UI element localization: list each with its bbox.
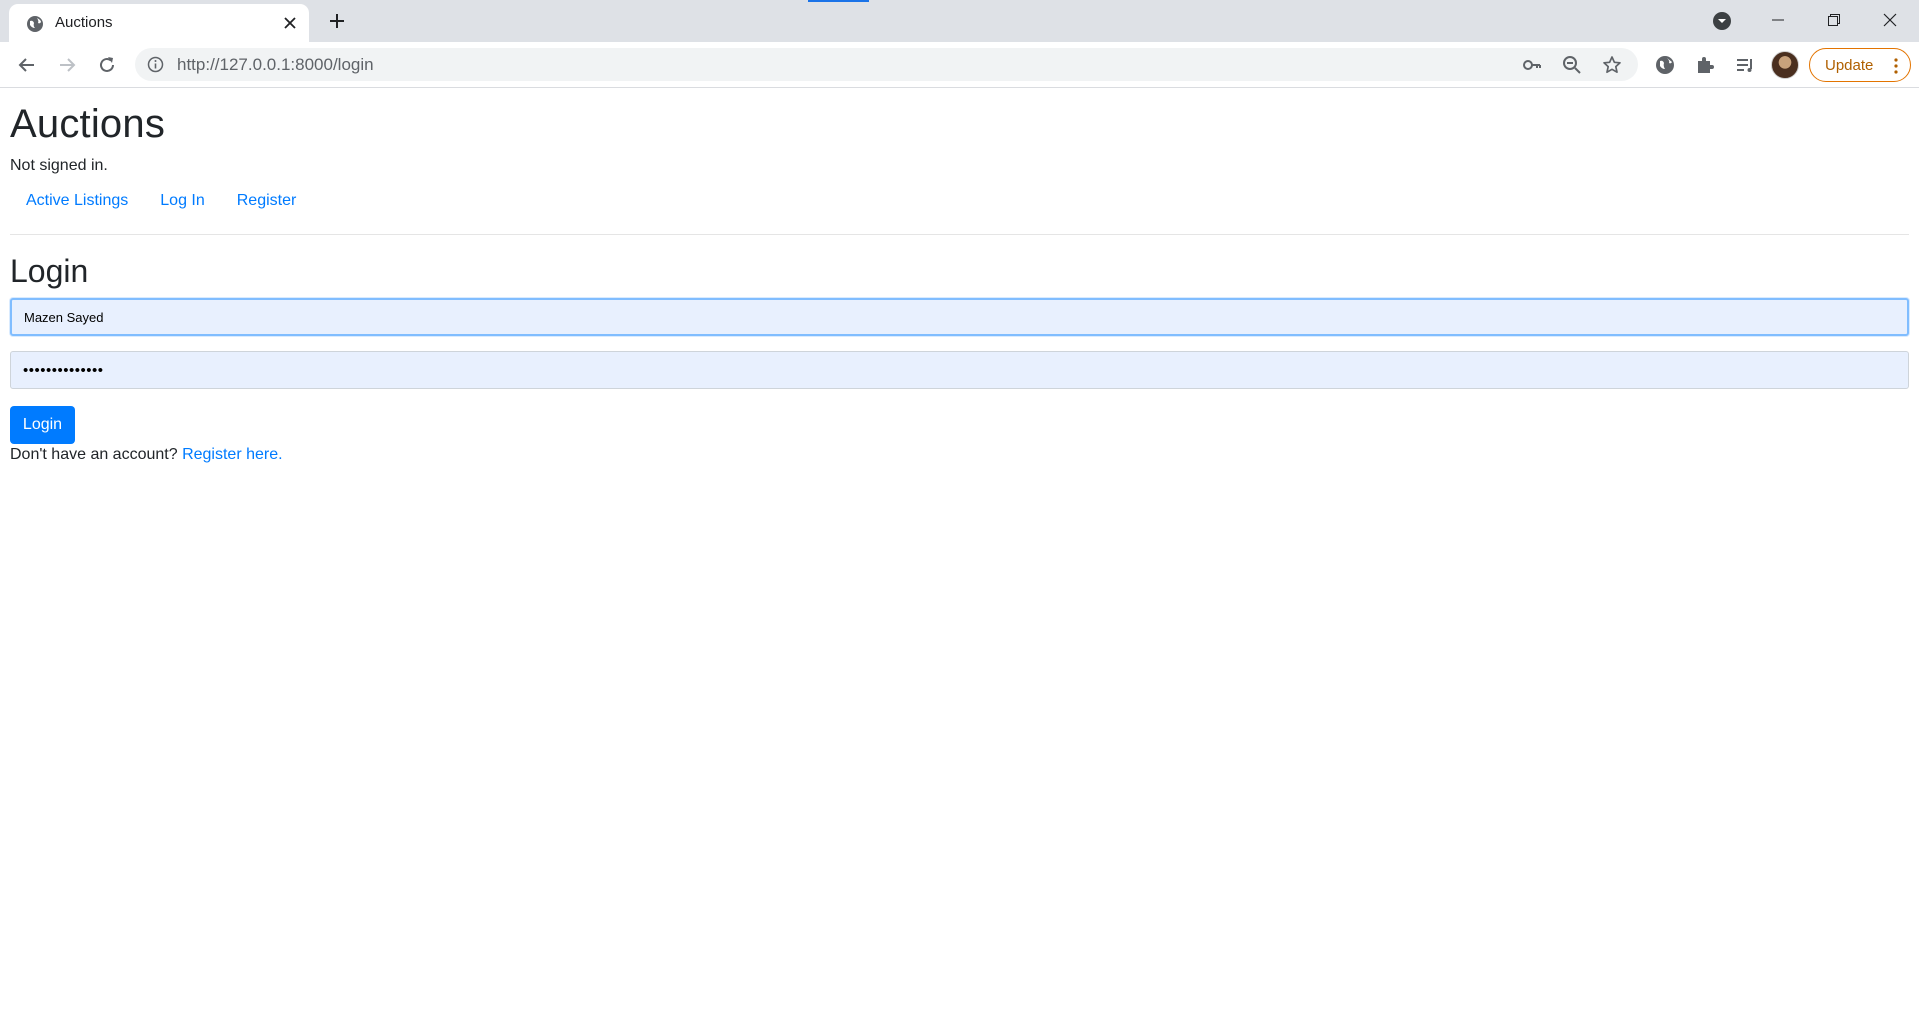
arrow-right-icon [60,58,76,72]
divider [10,234,1909,235]
minimize-icon [1772,19,1784,21]
loading-indicator [808,0,869,2]
key-icon[interactable] [1522,55,1542,75]
nav-link-active-listings[interactable]: Active Listings [10,190,144,212]
extension-globe-icon[interactable] [1654,54,1676,76]
globe-icon [27,16,43,32]
url-text: http://127.0.0.1:8000/login [177,55,374,75]
tab-search-icon[interactable] [1712,11,1732,31]
url-path: :8000/login [290,55,374,74]
page-title: Login [10,253,89,289]
more-vert-icon [1894,58,1898,74]
forward-button[interactable] [53,51,81,79]
arrow-left-icon [18,58,34,72]
close-icon [1883,13,1897,27]
register-link[interactable]: Register here. [182,446,283,463]
register-prompt-text: Don't have an account? [10,446,178,463]
minimize-button[interactable] [1750,0,1806,40]
restore-button[interactable] [1806,0,1862,40]
info-icon[interactable] [147,56,164,73]
new-tab-icon[interactable] [327,11,347,31]
close-tab-icon[interactable] [281,14,299,32]
zoom-out-icon[interactable] [1562,55,1582,75]
address-bar[interactable]: http://127.0.0.1:8000/login [135,48,1638,81]
star-icon[interactable] [1602,55,1622,75]
username-field[interactable]: Mazen Sayed [10,298,1909,336]
close-window-button[interactable] [1862,0,1918,40]
profile-avatar[interactable] [1771,51,1799,79]
tab-title: Auctions [55,14,113,31]
register-prompt: Don't have an account? Register here. [10,446,283,464]
reload-button[interactable] [93,51,121,79]
browser-titlebar: Auctions [0,0,1919,42]
site-title: Auctions [10,102,166,146]
back-button[interactable] [13,51,41,79]
login-button[interactable]: Login [10,406,75,444]
puzzle-icon[interactable] [1694,54,1716,76]
password-field[interactable]: •••••••••••••• [10,351,1909,389]
reload-icon [100,57,114,72]
nav-link-register[interactable]: Register [221,190,313,212]
browser-toolbar: http://127.0.0.1:8000/login Update [0,42,1919,88]
update-button[interactable]: Update [1809,48,1911,82]
reading-list-icon[interactable] [1734,54,1756,76]
restore-icon [1828,14,1840,26]
site-nav: Active Listings Log In Register [10,190,312,212]
update-label: Update [1825,56,1874,74]
url-host: http://127.0.0.1 [177,55,291,74]
signin-status: Not signed in. [10,157,108,174]
browser-tab[interactable]: Auctions [9,4,309,42]
page-content: Auctions Not signed in. Active Listings … [0,89,1919,1018]
nav-link-log-in[interactable]: Log In [144,190,220,212]
